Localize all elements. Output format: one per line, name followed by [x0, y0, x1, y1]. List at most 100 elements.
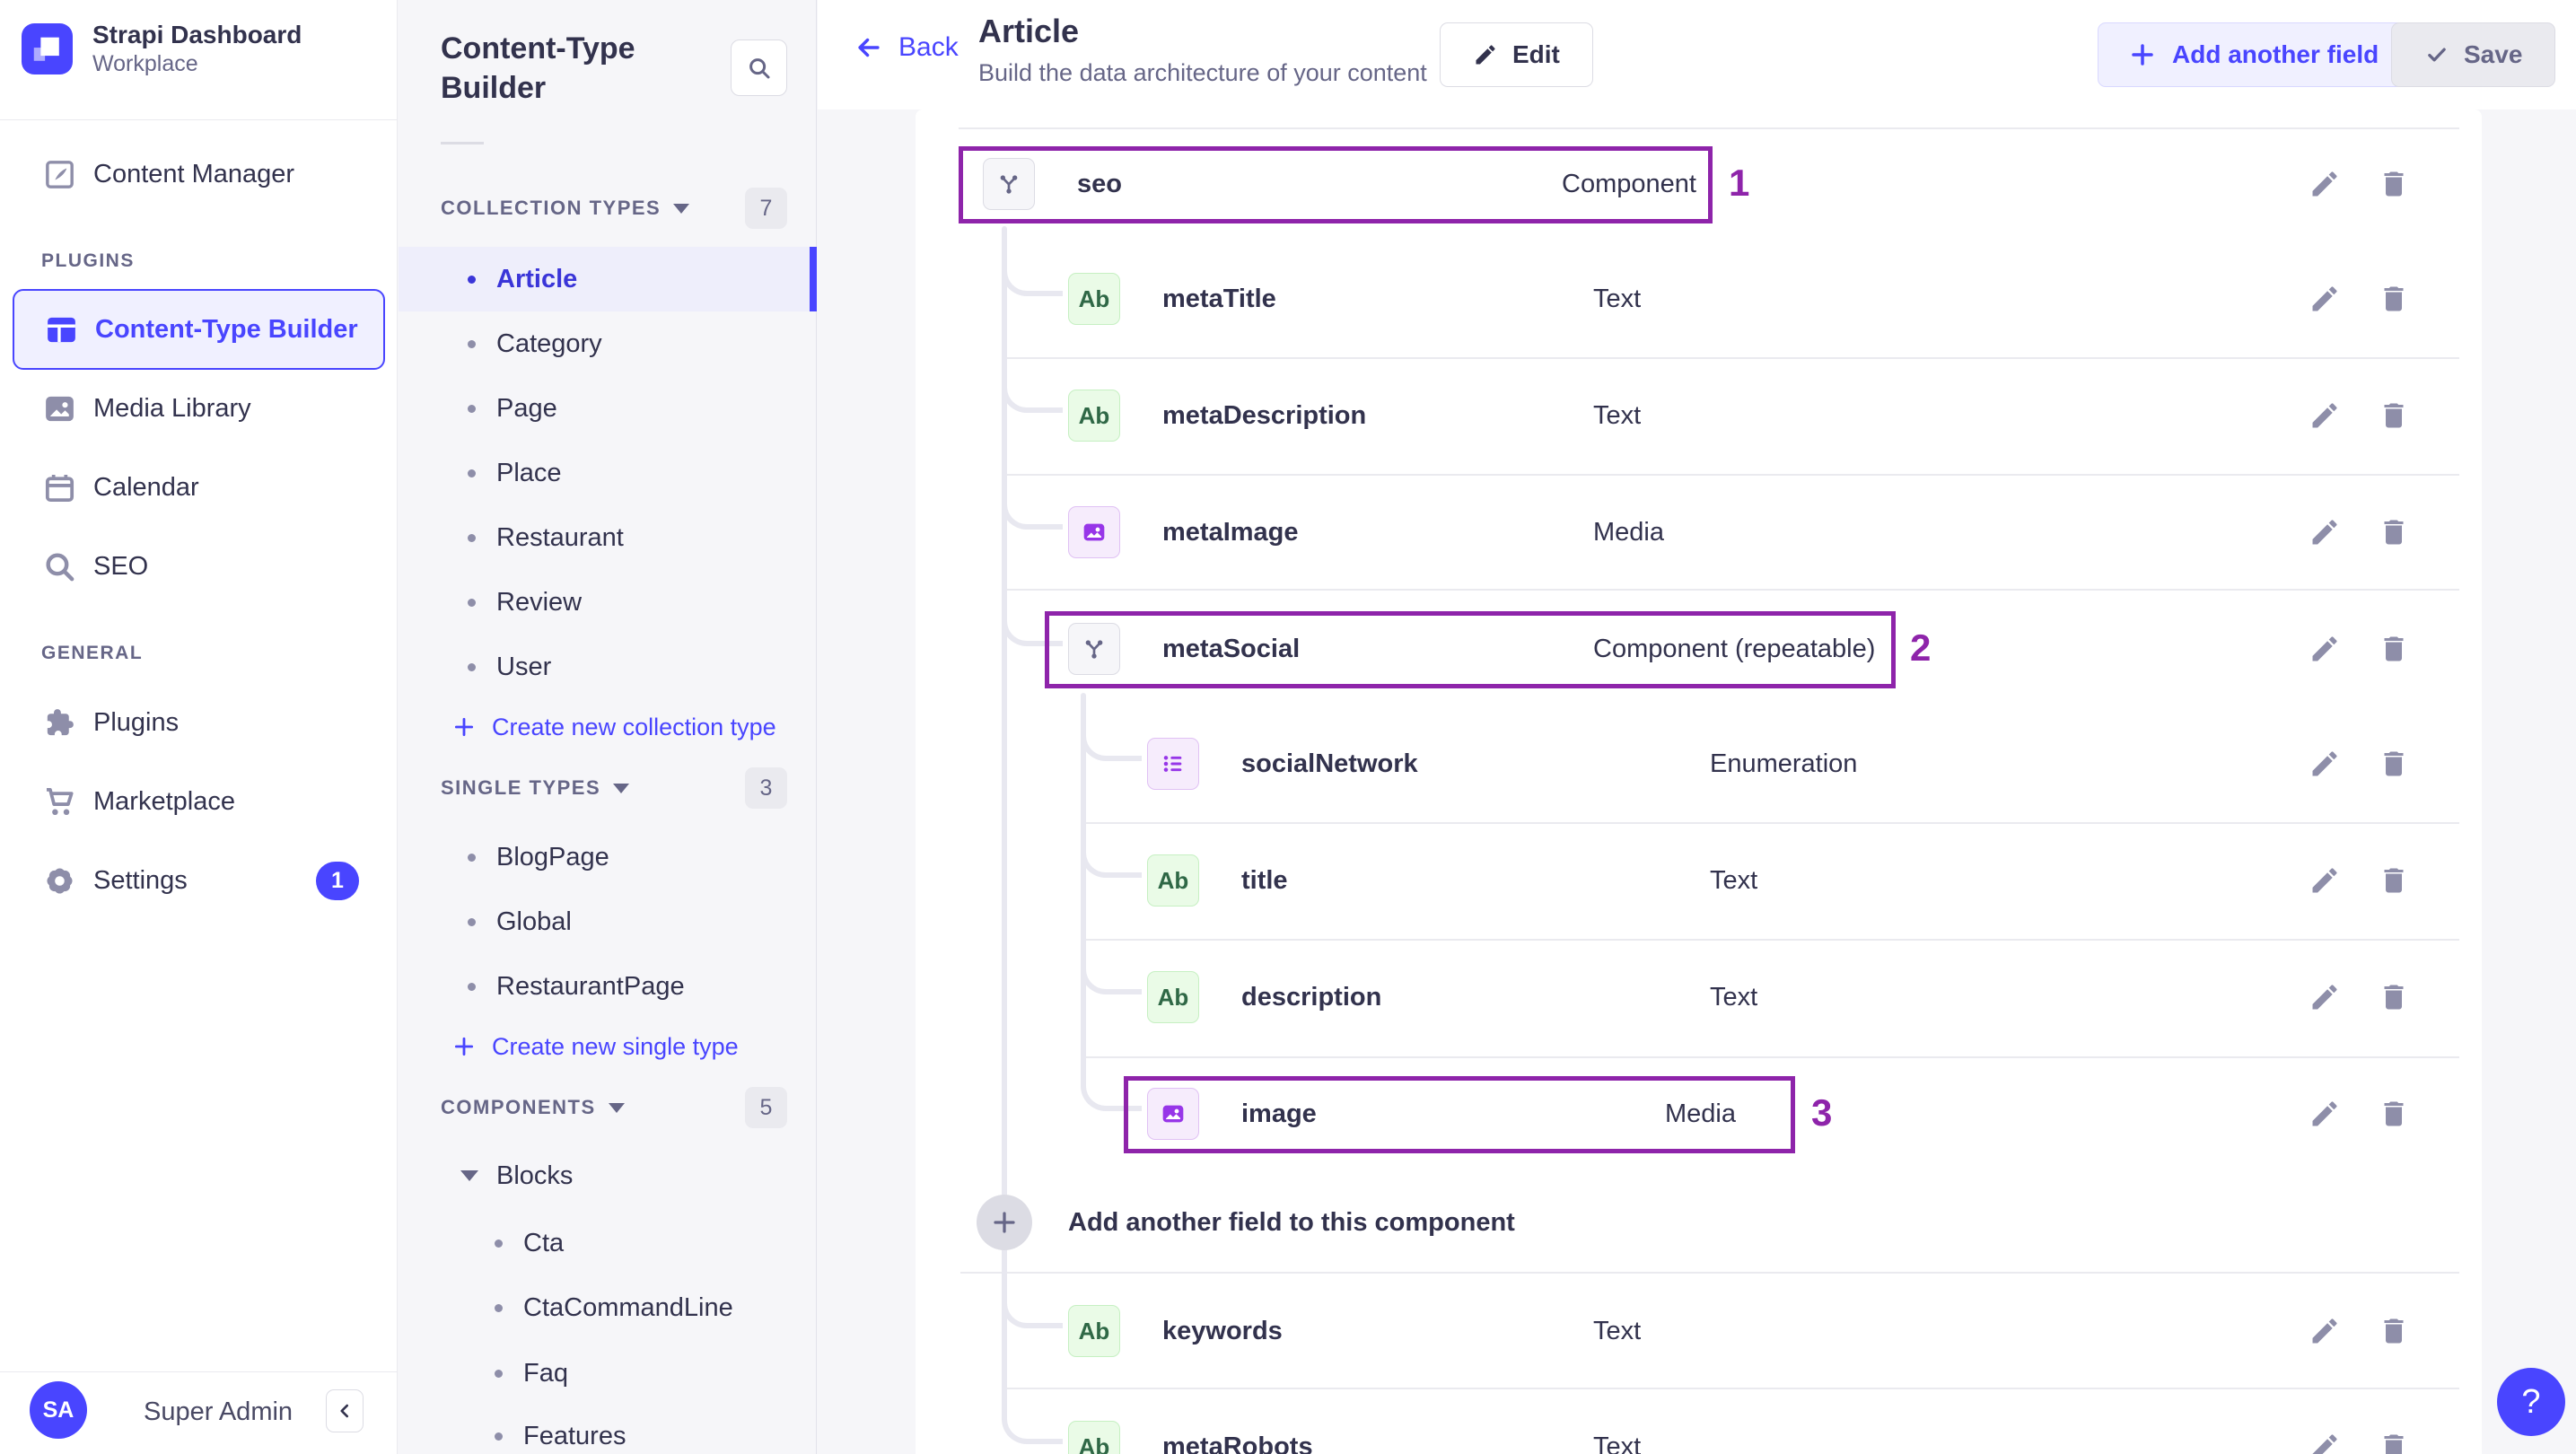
sidebar-item-seo[interactable]: SEO	[0, 527, 398, 606]
plus-icon	[452, 715, 476, 739]
divider	[1081, 939, 2459, 941]
delete-field-button[interactable]	[2371, 975, 2416, 1020]
sidebar-item-marketplace[interactable]: Marketplace	[0, 762, 398, 841]
nav-item-faq[interactable]: Faq	[399, 1341, 817, 1406]
sidebar-item-label: Media Library	[93, 393, 251, 423]
field-name: image	[1241, 1099, 1317, 1128]
bullet-icon	[468, 853, 476, 862]
collapse-sidebar-button[interactable]	[326, 1389, 364, 1432]
delete-field-button[interactable]	[2371, 276, 2416, 321]
component-group-blocks[interactable]: Blocks	[460, 1149, 573, 1203]
edit-field-button[interactable]	[2302, 741, 2347, 786]
nav-item-global[interactable]: Global	[399, 889, 817, 954]
field-name: socialNetwork	[1241, 749, 1418, 778]
nav-item-label: Review	[496, 587, 583, 617]
edit-field-button[interactable]	[2302, 1309, 2347, 1353]
add-component-field-label[interactable]: Add another field to this component	[1068, 1185, 1515, 1260]
divider	[1002, 357, 2459, 359]
components-header[interactable]: COMPONENTS	[441, 1088, 625, 1127]
nav-item-category[interactable]: Category	[399, 311, 817, 376]
sidebar-item-content-type-builder[interactable]: Content-Type Builder	[13, 289, 385, 370]
page-subtitle: Build the data architecture of your cont…	[978, 59, 1427, 86]
edit-field-button[interactable]	[2302, 162, 2347, 206]
field-type: Media	[1665, 1099, 1736, 1128]
nav-item-place[interactable]: Place	[399, 441, 817, 505]
sidebar-item-media-library[interactable]: Media Library	[0, 369, 398, 448]
field-name: seo	[1077, 169, 1122, 198]
nav-item-restaurant[interactable]: Restaurant	[399, 505, 817, 570]
back-button[interactable]: Back	[854, 32, 959, 63]
question-mark-label: ?	[2521, 1382, 2541, 1421]
delete-field-button[interactable]	[2371, 510, 2416, 555]
nav-item-review[interactable]: Review	[399, 570, 817, 635]
arrow-left-icon	[854, 32, 884, 63]
collection-types-header[interactable]: COLLECTION TYPES	[441, 188, 690, 228]
nav-item-blogpage[interactable]: BlogPage	[399, 825, 817, 889]
nav-item-article[interactable]: Article	[399, 247, 817, 311]
create-collection-type-link[interactable]: Create new collection type	[452, 700, 776, 754]
save-label: Save	[2464, 40, 2523, 68]
nav-item-label: Category	[496, 328, 602, 358]
field-name: metaImage	[1162, 517, 1299, 547]
delete-field-button[interactable]	[2371, 393, 2416, 438]
nav-item-ctacommandline[interactable]: CtaCommandLine	[399, 1275, 817, 1340]
field-row-keywords: Ab keywords Text	[916, 1293, 2482, 1369]
sidebar-item-label: Content Manager	[93, 159, 295, 188]
edit-field-button[interactable]	[2302, 276, 2347, 321]
workspace-switcher[interactable]: Strapi Dashboard Workplace	[22, 20, 381, 77]
create-single-type-link[interactable]: Create new single type	[452, 1020, 739, 1073]
content-manager-icon	[41, 156, 78, 193]
group-label: Blocks	[496, 1161, 574, 1190]
edit-field-button[interactable]	[2302, 975, 2347, 1020]
strapi-logo-icon	[22, 22, 73, 74]
pencil-icon	[2312, 1434, 2337, 1454]
edit-field-button[interactable]	[2302, 1424, 2347, 1454]
plugins-section-label: PLUGINS	[41, 250, 135, 271]
add-another-field-button[interactable]: Add another field	[2098, 22, 2411, 87]
help-button[interactable]: ?	[2497, 1368, 2565, 1436]
fields-list-card: seo Component Ab metaTitle Text Ab metaD…	[916, 109, 2482, 1454]
delete-field-button[interactable]	[2371, 1424, 2416, 1454]
general-section-label: GENERAL	[41, 643, 144, 663]
single-types-header[interactable]: SINGLE TYPES	[441, 768, 630, 808]
bullet-icon	[468, 917, 476, 926]
nav-item-restaurantpage[interactable]: RestaurantPage	[399, 954, 817, 1019]
collection-types-count: 7	[745, 188, 787, 229]
search-icon	[41, 548, 78, 585]
search-button[interactable]	[731, 39, 787, 96]
sidebar-item-label: Marketplace	[93, 786, 235, 816]
edit-field-button[interactable]	[2302, 858, 2347, 903]
delete-field-button[interactable]	[2371, 741, 2416, 786]
delete-field-button[interactable]	[2371, 1091, 2416, 1136]
avatar[interactable]: SA	[30, 1381, 87, 1439]
field-type: Text	[1593, 1432, 1642, 1454]
delete-field-button[interactable]	[2371, 626, 2416, 671]
nav-item-user[interactable]: User	[399, 635, 817, 699]
nav-item-label: Page	[496, 393, 557, 423]
edit-field-button[interactable]	[2302, 626, 2347, 671]
edit-field-button[interactable]	[2302, 510, 2347, 555]
delete-field-button[interactable]	[2371, 162, 2416, 206]
nav-item-page[interactable]: Page	[399, 376, 817, 441]
nav-item-label: Restaurant	[496, 522, 624, 552]
nav-item-features[interactable]: Features	[399, 1404, 817, 1454]
bullet-icon	[468, 275, 476, 284]
workspace-name: Workplace	[92, 51, 198, 76]
sidebar-item-plugins[interactable]: Plugins	[0, 683, 398, 762]
sidebar-item-label: Content-Type Builder	[95, 314, 358, 344]
component-field-icon	[1068, 623, 1120, 675]
save-button[interactable]: Save	[2391, 22, 2556, 87]
edit-field-button[interactable]	[2302, 1091, 2347, 1136]
gear-icon	[41, 863, 78, 899]
app-title: Strapi Dashboard	[92, 21, 302, 48]
sidebar-item-content-manager[interactable]: Content Manager	[0, 135, 398, 214]
edit-field-button[interactable]	[2302, 393, 2347, 438]
sidebar-item-calendar[interactable]: Calendar	[0, 448, 398, 527]
sidebar-item-label: SEO	[93, 551, 149, 581]
delete-field-button[interactable]	[2371, 1309, 2416, 1353]
nav-item-cta[interactable]: Cta	[399, 1211, 817, 1275]
delete-field-button[interactable]	[2371, 858, 2416, 903]
edit-button[interactable]: Edit	[1440, 22, 1593, 87]
add-component-field-button[interactable]	[977, 1195, 1032, 1250]
bullet-icon	[468, 662, 476, 671]
